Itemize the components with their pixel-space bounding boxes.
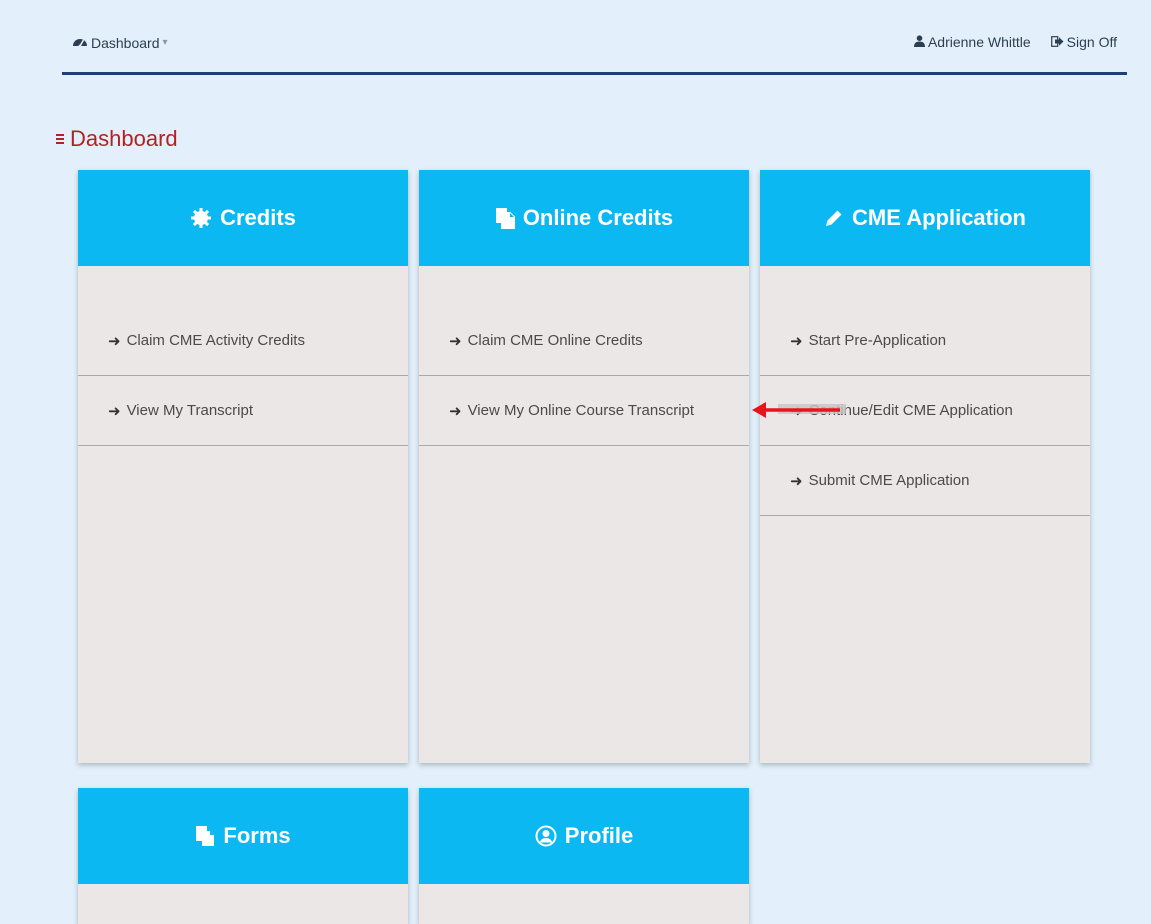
arrow-right-icon: ➜ <box>790 332 803 350</box>
forms-tile-header[interactable]: Forms <box>78 788 408 884</box>
dashboard-menu[interactable]: Dashboard ▾ <box>72 34 168 51</box>
copy-icon <box>195 825 215 847</box>
view-online-course-transcript-link[interactable]: ➜ View My Online Course Transcript <box>419 376 749 446</box>
chevron-down-icon: ▾ <box>162 37 168 48</box>
online-credits-tile-title: Online Credits <box>522 205 674 230</box>
annotation-arrow-icon <box>752 402 846 418</box>
user-menu[interactable]: Adrienne Whittle <box>913 34 1031 50</box>
list-icon <box>56 134 64 144</box>
dashboard-menu-label: Dashboard <box>91 34 160 51</box>
online-credits-tile-header[interactable]: Online Credits <box>419 170 749 266</box>
dashboard-icon <box>72 34 88 51</box>
user-icon <box>913 34 925 50</box>
nav-divider <box>62 72 1127 75</box>
forms-tile-title: Forms <box>223 823 291 848</box>
sign-off-label: Sign Off <box>1066 34 1117 50</box>
link-label: Submit CME Application <box>808 472 970 489</box>
page-title: Dashboard <box>56 126 178 152</box>
page-title-text: Dashboard <box>70 126 178 151</box>
cme-application-tile: CME Application ➜ Start Pre-Application … <box>760 170 1090 763</box>
link-label: Start Pre-Application <box>808 332 947 349</box>
user-name: Adrienne Whittle <box>927 34 1031 50</box>
copy-icon <box>495 207 515 229</box>
gear-icon <box>190 207 212 229</box>
profile-tile-title: Profile <box>564 823 634 848</box>
sign-out-icon <box>1050 34 1064 50</box>
arrow-right-icon: ➜ <box>449 332 462 350</box>
claim-cme-online-credits-link[interactable]: ➜ Claim CME Online Credits <box>419 306 749 376</box>
sign-off-button[interactable]: Sign Off <box>1050 34 1117 50</box>
forms-tile: Forms <box>78 788 408 924</box>
user-circle-icon <box>535 825 557 847</box>
profile-tile: Profile <box>419 788 749 924</box>
claim-cme-activity-credits-link[interactable]: ➜ Claim CME Activity Credits <box>78 306 408 376</box>
arrow-right-icon: ➜ <box>108 402 121 420</box>
link-label: View My Online Course Transcript <box>467 402 695 419</box>
profile-tile-header[interactable]: Profile <box>419 788 749 884</box>
cme-application-tile-title: CME Application <box>852 205 1026 230</box>
link-label: Claim CME Activity Credits <box>126 332 305 349</box>
link-label: Claim CME Online Credits <box>467 332 643 349</box>
online-credits-tile: Online Credits ➜ Claim CME Online Credit… <box>419 170 749 763</box>
pencil-icon <box>824 208 844 228</box>
cme-application-tile-header[interactable]: CME Application <box>760 170 1090 266</box>
link-label: View My Transcript <box>126 402 254 419</box>
credits-tile: Credits ➜ Claim CME Activity Credits ➜ V… <box>78 170 408 763</box>
credits-tile-header[interactable]: Credits <box>78 170 408 266</box>
arrow-right-icon: ➜ <box>449 402 462 420</box>
credits-tile-title: Credits <box>220 205 296 230</box>
start-pre-application-link[interactable]: ➜ Start Pre-Application <box>760 306 1090 376</box>
arrow-right-icon: ➜ <box>108 332 121 350</box>
top-navbar: Dashboard ▾ Adrienne Whittle Sign Off <box>62 0 1127 76</box>
arrow-right-icon: ➜ <box>790 472 803 490</box>
view-my-transcript-link[interactable]: ➜ View My Transcript <box>78 376 408 446</box>
submit-cme-application-link[interactable]: ➜ Submit CME Application <box>760 446 1090 516</box>
